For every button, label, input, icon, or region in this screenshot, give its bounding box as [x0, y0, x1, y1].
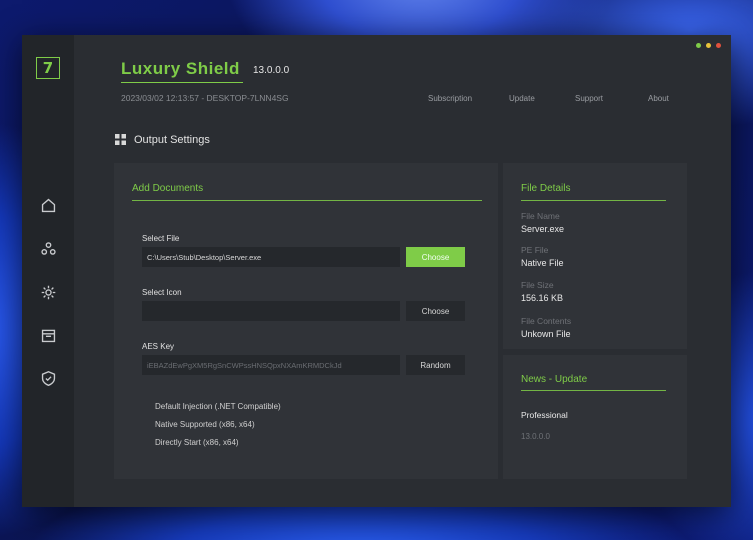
- file-contents-label: File Contents: [521, 316, 572, 326]
- file-size-label: File Size: [521, 280, 554, 290]
- minimize-button[interactable]: [696, 43, 701, 48]
- add-documents-title: Add Documents: [132, 183, 204, 194]
- news-divider: [521, 390, 666, 391]
- add-documents-divider: [132, 200, 482, 201]
- calendar-icon[interactable]: [36, 323, 60, 347]
- sidebar: 7: [22, 35, 74, 507]
- option-directly-start[interactable]: Directly Start (x86, x64): [155, 438, 239, 447]
- home-icon[interactable]: [36, 193, 60, 217]
- nav-update[interactable]: Update: [509, 94, 535, 103]
- select-icon-label: Select Icon: [142, 288, 182, 297]
- shield-icon[interactable]: [36, 366, 60, 390]
- window-controls: [696, 43, 721, 48]
- news-version: 13.0.0.0: [521, 432, 550, 441]
- session-info: 2023/03/02 12:13:57 - DESKTOP-7LNN4SG: [121, 93, 289, 103]
- file-contents-value: Unkown File: [521, 329, 571, 339]
- news-edition: Professional: [521, 410, 568, 420]
- news-title: News - Update: [521, 374, 588, 385]
- nav-about[interactable]: About: [648, 94, 669, 103]
- select-icon-input[interactable]: [142, 301, 400, 321]
- option-native-supported[interactable]: Native Supported (x86, x64): [155, 420, 255, 429]
- settings-gear-icon[interactable]: [36, 280, 60, 304]
- app-title: Luxury Shield: [121, 59, 240, 78]
- grid-icon: [115, 134, 126, 145]
- people-icon[interactable]: [36, 236, 60, 260]
- choose-icon-button[interactable]: Choose: [406, 301, 465, 321]
- app-window: 7 Luxury Shield 13.0.0.0 2023/03/02 12:1…: [22, 35, 731, 507]
- select-file-label: Select File: [142, 234, 180, 243]
- file-name-value: Server.exe: [521, 224, 565, 234]
- section-title: Output Settings: [134, 134, 210, 146]
- nav-subscription[interactable]: Subscription: [428, 94, 472, 103]
- add-documents-panel: Add Documents Select File C:\Users\Stub\…: [114, 163, 498, 479]
- nav-support[interactable]: Support: [575, 94, 603, 103]
- aes-key-input[interactable]: iEBAZdEwPgXM5RgSnCWPssHNSQpxNXAmKRMDCkJd: [142, 355, 400, 375]
- pe-file-value: Native File: [521, 258, 564, 268]
- title-underline: [121, 82, 243, 83]
- close-button[interactable]: [716, 43, 721, 48]
- random-key-button[interactable]: Random: [406, 355, 465, 375]
- file-details-panel: File Details File Name Server.exe PE Fil…: [503, 163, 687, 349]
- file-details-divider: [521, 200, 666, 201]
- file-size-value: 156.16 KB: [521, 293, 564, 303]
- news-panel: News - Update Professional 13.0.0.0: [503, 355, 687, 479]
- aes-key-label: AES Key: [142, 342, 175, 351]
- maximize-button[interactable]: [706, 43, 711, 48]
- pe-file-label: PE File: [521, 245, 549, 255]
- app-logo: 7: [36, 57, 60, 79]
- file-details-title: File Details: [521, 183, 571, 194]
- app-version: 13.0.0.0: [253, 65, 290, 76]
- choose-file-button[interactable]: Choose: [406, 247, 465, 267]
- option-default-injection[interactable]: Default Injection (.NET Compatible): [155, 402, 281, 411]
- file-name-label: File Name: [521, 211, 560, 221]
- select-file-input[interactable]: C:\Users\Stub\Desktop\Server.exe: [142, 247, 400, 267]
